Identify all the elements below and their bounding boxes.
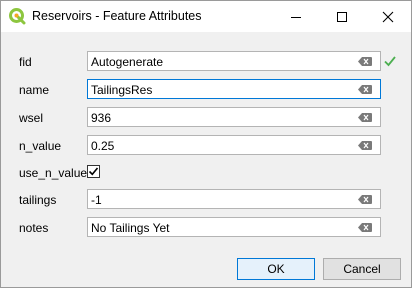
label-wsel: wsel xyxy=(19,111,44,125)
maximize-button[interactable] xyxy=(319,1,365,32)
checkbox-checked-icon xyxy=(88,167,99,176)
notes-value: No Tailings Yet xyxy=(91,221,170,235)
clear-field-icon[interactable] xyxy=(358,195,372,204)
row-wsel: wsel 936 xyxy=(1,107,411,129)
close-button[interactable] xyxy=(365,1,411,32)
clear-field-icon[interactable] xyxy=(358,57,372,66)
label-name: name xyxy=(19,83,50,97)
clear-field-icon[interactable] xyxy=(358,85,372,94)
row-fid: fid Autogenerate xyxy=(1,51,411,73)
tailings-value: -1 xyxy=(91,193,102,207)
label-use-n-value: use_n_value xyxy=(19,166,88,180)
fid-value: Autogenerate xyxy=(91,55,164,69)
cancel-button[interactable]: Cancel xyxy=(323,258,401,280)
label-fid: fid xyxy=(19,55,32,69)
n-value-field[interactable]: 0.25 xyxy=(87,135,381,155)
ok-button[interactable]: OK xyxy=(237,258,315,280)
window-title: Reservoirs - Feature Attributes xyxy=(32,9,202,23)
n-value-value: 0.25 xyxy=(91,139,115,153)
wsel-value: 936 xyxy=(91,111,112,125)
row-n-value: n_value 0.25 xyxy=(1,135,411,157)
row-notes: notes No Tailings Yet xyxy=(1,217,411,239)
label-notes: notes xyxy=(19,221,49,235)
label-n-value: n_value xyxy=(19,139,62,153)
clear-field-icon[interactable] xyxy=(358,113,372,122)
clear-field-icon[interactable] xyxy=(358,223,372,232)
tailings-field[interactable]: -1 xyxy=(87,189,381,209)
minimize-button[interactable] xyxy=(273,1,319,32)
row-name: name TailingsRes xyxy=(1,79,411,101)
valid-checkmark-icon xyxy=(384,56,396,67)
row-use-n-value: use_n_value xyxy=(1,162,411,184)
use-n-value-checkbox[interactable] xyxy=(87,165,100,178)
qgis-logo-icon xyxy=(9,8,26,25)
notes-field[interactable]: No Tailings Yet xyxy=(87,217,381,237)
fid-field[interactable]: Autogenerate xyxy=(87,51,381,71)
row-tailings: tailings -1 xyxy=(1,189,411,211)
close-icon xyxy=(382,11,394,22)
maximize-icon xyxy=(337,11,347,22)
label-tailings: tailings xyxy=(19,193,57,207)
clear-field-icon[interactable] xyxy=(358,141,372,150)
minimize-icon xyxy=(291,16,301,18)
title-bar[interactable]: Reservoirs - Feature Attributes xyxy=(1,1,411,32)
dialog-window: Reservoirs - Feature Attributes fid Auto… xyxy=(0,0,412,288)
name-value: TailingsRes xyxy=(91,83,153,97)
wsel-field[interactable]: 936 xyxy=(87,107,381,127)
name-field[interactable]: TailingsRes xyxy=(87,79,381,99)
